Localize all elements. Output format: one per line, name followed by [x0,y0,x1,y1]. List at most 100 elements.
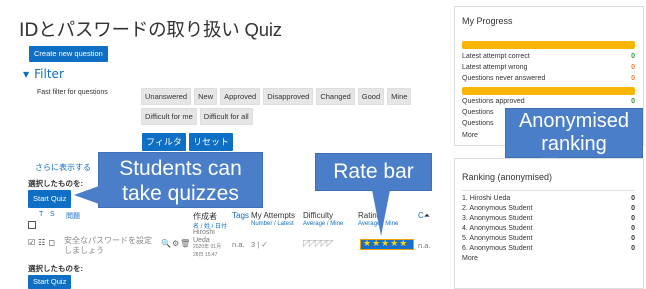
col-header-difficulty: Difficulty [303,211,334,220]
filter-chip-unanswered[interactable]: Unanswered [141,88,192,105]
ranking-more-link[interactable]: More [462,255,635,265]
filter-toggle[interactable]: ▼ Filter [23,67,64,81]
callout-students-line2: take quizzes [122,182,239,205]
col-header-t[interactable]: T [39,211,43,218]
creator-date-line2: 28日 15:47 [193,251,218,258]
progress-value-approved: 0 [631,98,635,105]
progress-row-never: Questions never answered 0 [462,75,635,82]
row-attempts: 3 | ✓ [251,240,268,249]
filter-chip-good[interactable]: Good [357,88,385,105]
row-tags: n.a. [232,240,245,249]
progress-label-approved: Questions approved [462,98,525,105]
select-all-checkbox[interactable] [28,221,36,229]
creator-first-name: Hiroshi [193,229,215,236]
progress-row-correct: Latest attempt correct 0 [462,53,635,60]
row-rating-average: n.a. [418,241,431,250]
start-quiz-button[interactable]: Start Quiz [28,190,72,208]
start-quiz-button-bottom[interactable]: Start Quiz [28,275,72,289]
ranking-row-label: 3. Anonymous Student [462,215,533,222]
progress-more-link[interactable]: More [462,132,478,139]
ranking-row: 5. Anonymous Student 0 [462,235,635,245]
filter-chips-row1: Unanswered New Approved Disapproved Chan… [141,88,412,105]
progress-row-wrong: Latest attempt wrong 0 [462,64,635,71]
reset-filter-button[interactable]: リセット [189,133,234,151]
col-header-s[interactable]: S [50,211,55,218]
row-checkbox[interactable]: ☑ [28,238,35,247]
ranking-row-label: 2. Anonymous Student [462,205,533,212]
creator-last-name: Ueda [193,236,210,244]
progress-row-approved: Questions approved 0 [462,98,635,105]
progress-row-questions-a: Questions [462,109,494,116]
delete-icon[interactable]: 🗑 [180,239,190,248]
callout-students-pointer [74,186,99,204]
ranking-row: 4. Anonymous Student 0 [462,225,635,235]
difficulty-bar[interactable]: ◸◸◸◸◸ [303,239,353,250]
progress-bar-1 [462,41,635,49]
table-row-question[interactable]: 安全なパスワードを設定 しましょう [64,236,152,256]
filter-chip-difficult-me[interactable]: Difficult for me [141,108,197,125]
ranking-title: Ranking (anonymised) [462,172,553,182]
ranking-row-value: 0 [631,225,635,232]
callout-students-line1: Students can [119,157,242,180]
show-more-link[interactable]: さらに表示する [35,162,91,173]
progress-value-wrong: 0 [631,64,635,71]
ranking-row: 1. Hiroshi Ueda 0 [462,195,635,205]
ranking-row-label: 5. Anonymous Student [462,235,533,242]
col-header-difficulty-sub[interactable]: Average / Mine [303,221,343,227]
col-header-c[interactable]: C⏶ [418,211,430,221]
row-actions: 🔍 ⚙ 🗑 [161,239,190,248]
callout-anonymised: Anonymised ranking [505,108,643,158]
ranking-row-value: 0 [631,205,635,212]
ranking-row-label: 4. Anonymous Student [462,225,533,232]
chevron-down-icon: ▼ [23,70,30,79]
rating-stars-bar[interactable]: ★★★★★ [360,239,414,250]
filter-chip-disapproved[interactable]: Disapproved [263,88,314,105]
ranking-row-label: 1. Hiroshi Ueda [462,195,511,202]
callout-ratebar: Rate bar [315,153,432,191]
row-creator: Hiroshi Ueda 2020年 01月 28日 15:47 [193,229,221,259]
col-header-question[interactable]: 問題 [66,211,80,221]
filter-chips-row2: Difficult for me Difficult for all [141,108,253,125]
progress-label-never: Questions never answered [462,75,546,82]
creator-date-line1: 2020年 01月 [193,244,222,250]
question-text-line1: 安全なパスワードを設定 [64,236,152,245]
filter-heading: Filter [34,67,64,81]
filter-chip-approved[interactable]: Approved [220,88,261,105]
progress-value-correct: 0 [631,53,635,60]
col-header-attempts-sub[interactable]: Number / Latest [251,221,294,227]
multichoice-icon: ☷ [38,238,46,247]
sort-asc-icon: ⏶ [423,211,431,220]
ranking-row: 6. Anonymous Student 0 [462,245,635,255]
preview-icon[interactable]: 🔍 [161,239,171,248]
filter-chip-difficult-all[interactable]: Difficult for all [199,108,253,125]
fast-filter-label: Fast filter for questions [37,89,108,96]
ranking-row: 3. Anonymous Student 0 [462,215,635,225]
progress-label-correct: Latest attempt correct [462,53,530,60]
callout-anonymised-line1: Anonymised [518,110,630,132]
ranking-row-value: 0 [631,245,635,252]
create-question-button[interactable]: Create new question [29,46,108,62]
progress-value-never: 0 [631,75,635,82]
callout-ratebar-pointer [372,190,390,236]
page-title: IDとパスワードの取り扱い Quiz [19,16,282,42]
table-row-controls: ☑ ☷ ◻ [28,238,55,247]
progress-row-questions-b: Questions [462,120,494,127]
callout-students: Students can take quizzes [98,152,263,208]
settings-icon[interactable]: ⚙ [172,239,179,248]
status-square-icon: ◻ [48,238,55,247]
filter-chip-mine[interactable]: Mine [387,88,412,105]
ranking-row-value: 0 [631,235,635,242]
progress-title: My Progress [462,16,513,26]
ranking-row-value: 0 [631,215,635,222]
col-header-tags[interactable]: Tags [232,211,249,220]
callout-anonymised-line2: ranking [541,133,607,155]
apply-filter-button[interactable]: フィルタ [142,133,186,151]
page-title-suffix: Quiz [239,19,282,40]
ranking-row-value: 0 [631,195,635,202]
filter-chip-changed[interactable]: Changed [316,88,355,105]
ranking-row: 2. Anonymous Student 0 [462,205,635,215]
filter-chip-new[interactable]: New [194,88,218,105]
progress-bar-2 [462,87,635,95]
ranking-divider [462,190,635,191]
col-header-attempts: My Attempts [251,211,296,220]
